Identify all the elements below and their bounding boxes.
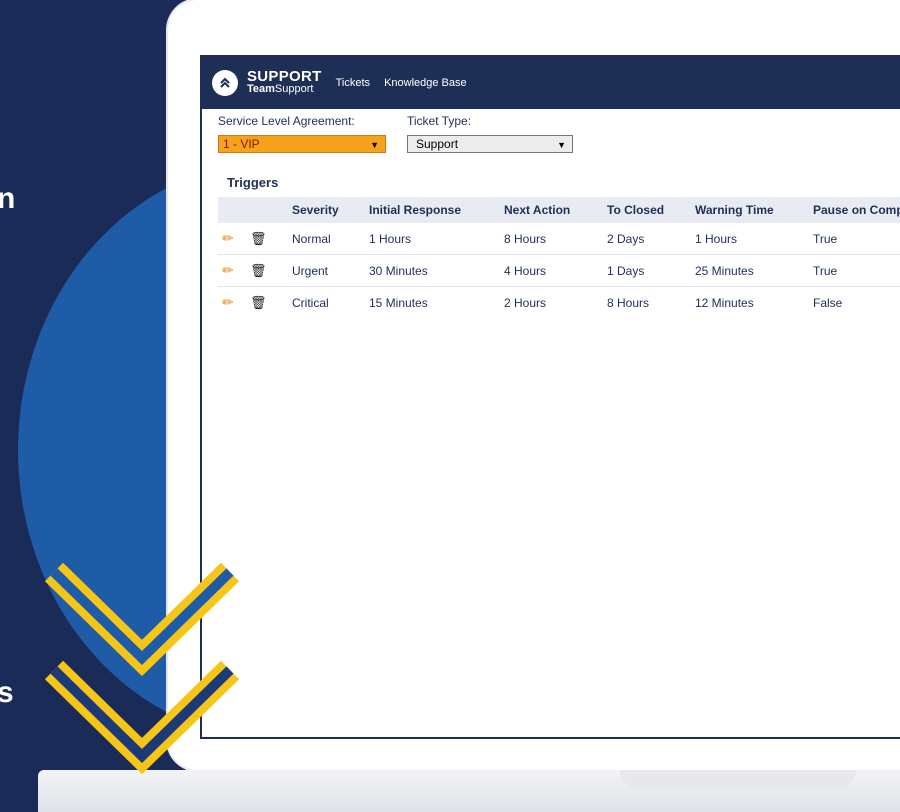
- column-header-warning-time[interactable]: Warning Time: [695, 197, 813, 223]
- trash-icon[interactable]: 🗑: [250, 231, 267, 246]
- nav-tickets-link[interactable]: Tickets: [336, 77, 370, 89]
- cell-warning-time: 25 Minutes: [695, 254, 813, 287]
- trash-icon[interactable]: 🗑: [250, 263, 267, 278]
- cell-initial-response: 15 Minutes: [369, 295, 428, 310]
- cropped-text-bottom: s: [0, 676, 14, 709]
- triggers-heading: Triggers: [227, 175, 279, 190]
- app-screen: SUPPORT TeamSupport Tickets Knowledge Ba…: [200, 55, 900, 739]
- cell-warning-time: 1 Hours: [695, 223, 813, 255]
- table-header-row: Severity Initial Response Next Action To…: [218, 197, 900, 223]
- pencil-icon[interactable]: ✏: [222, 262, 234, 278]
- caret-down-icon: ▼: [370, 140, 379, 150]
- filters-bar: Service Level Agreement: Ticket Type: 1 …: [202, 109, 900, 164]
- table-row: ✏ 🗑 Critical 15 Minutes 2 Hours 8 Hours …: [218, 287, 900, 319]
- sla-label: Service Level Agreement:: [218, 114, 355, 128]
- table-row: ✏ 🗑 Urgent 30 Minutes 4 Hours 1 Days 25 …: [218, 254, 900, 287]
- cell-next-action: 4 Hours: [504, 254, 607, 287]
- cropped-text-top: n: [0, 182, 16, 215]
- double-chevron-decoration-icon: [44, 562, 240, 775]
- cell-to-closed: 8 Hours: [607, 295, 650, 310]
- cell-pause-on-completion: True: [813, 223, 900, 255]
- sla-select[interactable]: 1 - VIP ▼: [218, 135, 386, 153]
- logo-icon[interactable]: [212, 70, 238, 96]
- column-header-initial-response[interactable]: Initial Response: [369, 197, 504, 223]
- logo-main-text: SUPPORT: [247, 68, 322, 85]
- cell-to-closed: 2 Days: [607, 223, 695, 255]
- table-row: ✏ 🗑 Normal 1 Hours 8 Hours 2 Days 1 Hour…: [218, 223, 900, 255]
- cell-next-action: 8 Hours: [504, 223, 607, 255]
- pencil-icon[interactable]: ✏: [222, 294, 234, 310]
- cell-pause-on-completion: True: [813, 254, 900, 287]
- cell-initial-response: 1 Hours: [369, 223, 504, 255]
- laptop-notch: [620, 770, 856, 790]
- sla-select-value: 1 - VIP: [223, 137, 260, 151]
- cell-next-action: 2 Hours: [504, 295, 547, 310]
- top-navbar: SUPPORT TeamSupport Tickets Knowledge Ba…: [202, 57, 900, 109]
- column-header-pause-on-completion[interactable]: Pause on Comp: [813, 197, 900, 223]
- cell-severity: Critical: [292, 295, 329, 310]
- column-header-to-closed[interactable]: To Closed: [607, 197, 695, 223]
- ticket-type-select[interactable]: Support ▼: [407, 135, 573, 153]
- ticket-type-select-value: Support: [416, 137, 459, 151]
- cell-severity: Urgent: [292, 254, 369, 287]
- pencil-icon[interactable]: ✏: [222, 230, 234, 246]
- trash-icon[interactable]: 🗑: [250, 295, 267, 310]
- cell-severity: Normal: [292, 223, 369, 255]
- logo-sub-text: TeamSupport: [247, 83, 314, 95]
- ticket-type-label: Ticket Type:: [407, 114, 472, 128]
- cell-pause-on-completion: False: [813, 295, 843, 310]
- column-header-severity[interactable]: Severity: [292, 197, 369, 223]
- nav-knowledge-base-link[interactable]: Knowledge Base: [384, 77, 467, 89]
- triggers-table: Severity Initial Response Next Action To…: [218, 197, 900, 318]
- cell-initial-response: 30 Minutes: [369, 254, 504, 287]
- logo-wordmark[interactable]: SUPPORT TeamSupport: [247, 68, 322, 96]
- cell-to-closed: 1 Days: [607, 254, 695, 287]
- caret-down-icon: ▼: [557, 140, 566, 150]
- column-header-next-action[interactable]: Next Action: [504, 197, 607, 223]
- cell-warning-time: 12 Minutes: [695, 295, 754, 310]
